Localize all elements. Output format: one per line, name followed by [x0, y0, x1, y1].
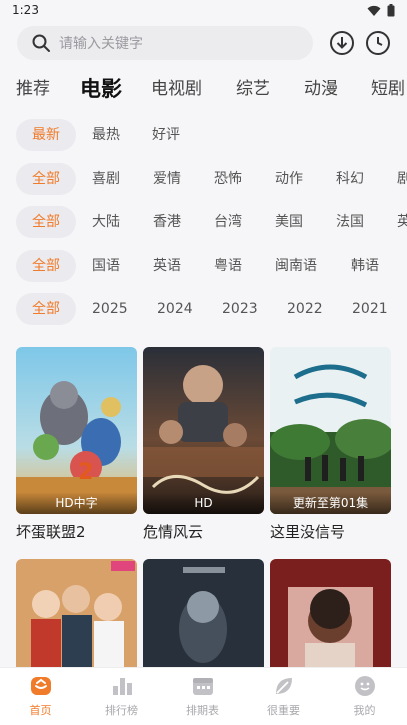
ranking-icon	[112, 678, 132, 695]
leaf-icon	[275, 678, 292, 694]
filter-chip[interactable]: 粤语	[214, 250, 242, 282]
svg-text:2: 2	[78, 460, 93, 485]
status-icons	[367, 4, 395, 17]
poster-art	[270, 347, 391, 514]
tab-short-drama[interactable]: 短剧	[371, 74, 405, 104]
tab-tv-series[interactable]: 电视剧	[151, 74, 202, 104]
filter-chip[interactable]: 全部	[16, 293, 76, 325]
movie-poster[interactable]: 更新至第01集	[270, 347, 391, 514]
filter-region-row: 全部 大陆 香港 台湾 美国 法国 英国	[0, 206, 407, 238]
status-bar: 1:23	[0, 0, 407, 22]
history-icon[interactable]	[365, 30, 391, 56]
movie-title: 危情风云	[143, 523, 204, 541]
filter-chip[interactable]: 全部	[16, 206, 76, 238]
tab-recommend[interactable]: 推荐	[16, 74, 50, 104]
movie-card[interactable]	[16, 559, 137, 667]
movie-card[interactable]: 更新至第01集 这里没信号	[270, 347, 391, 542]
filter-chip[interactable]: 香港	[153, 206, 181, 238]
filter-language-row: 全部 国语 英语 粤语 闽南语 韩语	[0, 250, 407, 282]
filter-chip[interactable]: 好评	[152, 119, 180, 151]
filter-chip[interactable]: 闽南语	[275, 250, 317, 282]
movie-poster[interactable]	[16, 559, 137, 667]
movie-card[interactable]: 2 HD中字 坏蛋联盟2	[16, 347, 137, 542]
filter-chip[interactable]: 动作	[275, 163, 303, 195]
nav-ranking[interactable]: 排行榜	[81, 674, 162, 718]
movie-poster[interactable]	[270, 559, 391, 667]
filter-chip[interactable]: 恐怖	[214, 163, 242, 195]
filter-chip[interactable]: 2023	[222, 293, 258, 325]
profile-icon	[354, 676, 375, 696]
movie-title: 坏蛋联盟2	[16, 523, 86, 541]
quality-badge: HD	[143, 492, 264, 514]
category-tabs: 推荐 电影 电视剧 综艺 动漫 短剧	[0, 74, 407, 104]
filter-chip[interactable]: 最热	[92, 119, 120, 151]
search-icon	[32, 34, 50, 52]
movie-title: 这里没信号	[270, 523, 346, 541]
nav-schedule[interactable]: 排期表	[162, 674, 243, 718]
filter-chip[interactable]: 2024	[157, 293, 193, 325]
poster-art	[143, 559, 264, 667]
home-icon	[30, 677, 51, 695]
filter-genre-row: 全部 喜剧 爱情 恐怖 动作 科幻 剧情	[0, 163, 407, 195]
filter-chip[interactable]: 最新	[16, 119, 76, 151]
filter-chip[interactable]: 全部	[16, 250, 76, 282]
filter-chip[interactable]: 英语	[153, 250, 181, 282]
movie-card[interactable]	[143, 559, 264, 667]
quality-badge: HD中字	[16, 492, 137, 514]
filter-chip[interactable]: 科幻	[336, 163, 364, 195]
nav-label: 排期表	[186, 704, 219, 717]
nav-profile[interactable]: 我的	[324, 674, 405, 718]
nav-label: 很重要	[267, 704, 300, 717]
filter-chip[interactable]: 法国	[336, 206, 364, 238]
poster-art	[16, 559, 137, 667]
wifi-icon	[367, 5, 381, 16]
filter-chip[interactable]: 2022	[287, 293, 323, 325]
battery-icon	[387, 4, 395, 17]
bottom-nav: 首页 排行榜 排期表 很重要 我的	[0, 667, 407, 725]
episode-badge: 更新至第01集	[270, 492, 391, 514]
filter-chip[interactable]: 大陆	[92, 206, 120, 238]
movie-card[interactable]: HD 危情风云	[143, 347, 264, 542]
filter-chip[interactable]: 国语	[92, 250, 120, 282]
poster-art	[270, 559, 391, 667]
tab-anime[interactable]: 动漫	[304, 74, 338, 104]
status-time: 1:23	[12, 3, 39, 17]
nav-home[interactable]: 首页	[0, 674, 81, 718]
filter-chip[interactable]: 韩语	[351, 250, 379, 282]
movie-poster[interactable]	[143, 559, 264, 667]
poster-art	[143, 347, 264, 514]
filter-chip[interactable]: 美国	[275, 206, 303, 238]
movie-poster[interactable]: HD	[143, 347, 264, 514]
nav-label: 我的	[353, 704, 376, 717]
nav-label: 首页	[29, 704, 52, 717]
filter-chip[interactable]: 爱情	[153, 163, 181, 195]
filter-chip[interactable]: 2021	[352, 293, 388, 325]
filter-chip[interactable]: 全部	[16, 163, 76, 195]
filter-sort-row: 最新 最热 好评	[0, 119, 407, 151]
filter-chip[interactable]: 剧情	[397, 163, 407, 195]
filter-year-row: 全部 2025 2024 2023 2022 2021	[0, 293, 407, 325]
search-input[interactable]: 请输入关键字	[17, 26, 313, 60]
tab-variety[interactable]: 综艺	[236, 74, 270, 104]
movie-card[interactable]	[270, 559, 391, 667]
filter-chip[interactable]: 2025	[92, 293, 128, 325]
filter-chip[interactable]: 台湾	[214, 206, 242, 238]
nav-label: 排行榜	[105, 704, 138, 717]
tab-movies[interactable]: 电影	[80, 74, 122, 104]
filter-chip[interactable]: 喜剧	[92, 163, 120, 195]
download-icon[interactable]	[329, 30, 355, 56]
movie-poster[interactable]: 2 HD中字	[16, 347, 137, 514]
calendar-icon	[192, 678, 213, 695]
nav-important[interactable]: 很重要	[243, 674, 324, 718]
filter-chip[interactable]: 英国	[397, 206, 407, 238]
search-placeholder: 请输入关键字	[59, 36, 143, 52]
poster-art: 2	[16, 347, 137, 514]
